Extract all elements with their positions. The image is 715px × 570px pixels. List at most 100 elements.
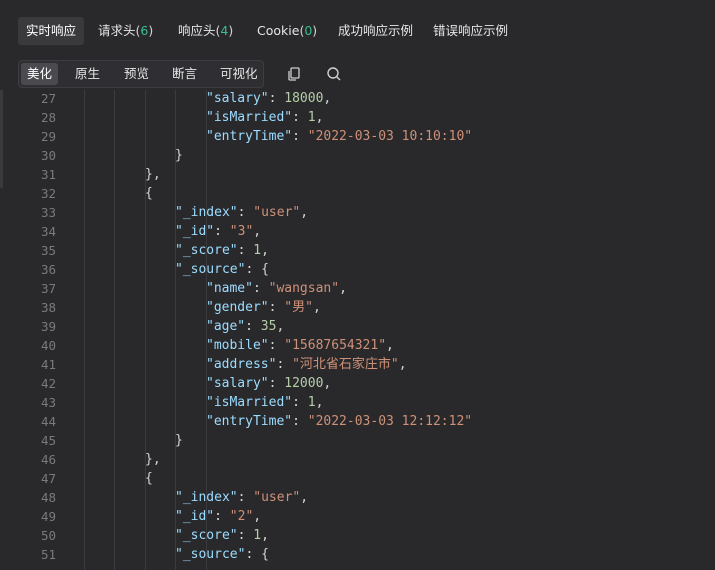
code-text: "salary": 18000, bbox=[206, 90, 331, 108]
code-line: 32 { bbox=[0, 184, 715, 203]
code-line: 43 "isMarried": 1, bbox=[0, 393, 715, 412]
line-number: 35 bbox=[40, 243, 56, 258]
code-text: } bbox=[175, 431, 183, 450]
line-number: 38 bbox=[40, 300, 56, 315]
code-token: : bbox=[237, 205, 254, 220]
view-mode-assert[interactable]: 断言 bbox=[166, 63, 203, 85]
code-token: "entryTime" bbox=[206, 414, 293, 429]
code-token: , bbox=[300, 490, 309, 505]
code-token: "user" bbox=[253, 205, 301, 220]
copy-icon[interactable] bbox=[286, 66, 302, 82]
code-token: "_source" bbox=[175, 547, 246, 562]
line-number: 39 bbox=[40, 319, 56, 334]
view-mode-raw[interactable]: 原生 bbox=[69, 63, 106, 85]
view-mode-pretty[interactable]: 美化 bbox=[21, 63, 59, 85]
code-text: "_id": "3", bbox=[175, 222, 261, 241]
tab-success-example[interactable]: 成功响应示例 bbox=[330, 17, 421, 45]
code-token: 1 bbox=[253, 528, 262, 543]
code-text: }, bbox=[145, 450, 161, 469]
code-text: "_source": { bbox=[175, 545, 269, 564]
code-token: : bbox=[237, 528, 254, 543]
tab-cookie[interactable]: Cookie(0) bbox=[249, 17, 325, 45]
view-mode-preview[interactable]: 预览 bbox=[118, 63, 155, 85]
code-token: , bbox=[323, 376, 332, 391]
code-text: "isMarried": 1, bbox=[206, 393, 323, 412]
code-text: "name": "wangsan", bbox=[206, 279, 347, 298]
tab-realtime-response[interactable]: 实时响应 bbox=[18, 17, 85, 45]
code-token: 1 bbox=[307, 395, 316, 410]
line-number: 33 bbox=[40, 205, 56, 220]
line-number: 29 bbox=[40, 129, 56, 144]
line-number: 47 bbox=[40, 471, 56, 486]
code-token: "_source" bbox=[175, 262, 246, 277]
code-token: , bbox=[323, 91, 332, 106]
code-token: } bbox=[175, 148, 183, 163]
code-text: "address": "河北省石家庄市", bbox=[206, 355, 407, 374]
code-token: , bbox=[339, 281, 347, 296]
code-token: }, bbox=[145, 452, 161, 467]
search-icon[interactable] bbox=[326, 66, 342, 82]
code-token: : bbox=[292, 414, 308, 429]
line-number: 40 bbox=[40, 338, 56, 353]
line-number: 30 bbox=[40, 148, 56, 163]
view-mode-segmented-control: 美化 原生 预览 断言 可视化 bbox=[18, 60, 264, 88]
code-token: "isMarried" bbox=[206, 110, 293, 125]
code-line: 35 "_score": 1, bbox=[0, 241, 715, 260]
code-token: } bbox=[175, 433, 183, 448]
tab-label: 实时响应 bbox=[26, 23, 77, 38]
code-token: "_index" bbox=[175, 490, 238, 505]
line-number: 31 bbox=[40, 167, 56, 182]
code-text: } bbox=[175, 146, 183, 165]
line-number: 28 bbox=[40, 110, 56, 125]
code-line: 44 "entryTime": "2022-03-03 12:12:12" bbox=[0, 412, 715, 431]
code-token: "2022-03-03 12:12:12" bbox=[307, 414, 473, 429]
code-token: "_score" bbox=[175, 528, 238, 543]
code-token: : bbox=[214, 509, 230, 524]
code-token: "gender" bbox=[206, 300, 269, 315]
tab-label: 错误响应示例 bbox=[433, 23, 509, 38]
code-text: "mobile": "15687654321", bbox=[206, 336, 394, 355]
code-token: "男" bbox=[284, 300, 313, 315]
code-text: "salary": 12000, bbox=[206, 374, 331, 393]
code-line: 29 "entryTime": "2022-03-03 10:10:10" bbox=[0, 127, 715, 146]
code-token: , bbox=[312, 300, 321, 315]
code-text: "entryTime": "2022-03-03 12:12:12" bbox=[206, 412, 472, 431]
code-line: 45} bbox=[0, 431, 715, 450]
code-token: , bbox=[315, 395, 324, 410]
code-text: "_id": "2", bbox=[175, 507, 261, 526]
line-number: 46 bbox=[40, 452, 56, 467]
code-token: "mobile" bbox=[206, 338, 269, 353]
tab-label: 响应头 bbox=[178, 23, 216, 38]
code-text: "entryTime": "2022-03-03 10:10:10" bbox=[206, 127, 472, 146]
code-token: , bbox=[386, 338, 394, 353]
code-line: 48 "_index": "user", bbox=[0, 488, 715, 507]
line-number: 44 bbox=[40, 414, 56, 429]
code-text: "_score": 1, bbox=[175, 241, 269, 260]
code-token: { bbox=[145, 186, 153, 201]
code-token: "salary" bbox=[206, 376, 269, 391]
line-number: 49 bbox=[40, 509, 56, 524]
code-token: : bbox=[214, 224, 230, 239]
line-number: 32 bbox=[40, 186, 56, 201]
code-token: 18000 bbox=[284, 91, 324, 106]
tab-error-example[interactable]: 错误响应示例 bbox=[425, 17, 516, 45]
tab-request-headers[interactable]: 请求头(6) bbox=[90, 17, 161, 45]
code-token: "_id" bbox=[175, 509, 215, 524]
line-number: 45 bbox=[40, 433, 56, 448]
code-line: 46}, bbox=[0, 450, 715, 469]
code-token: "_index" bbox=[175, 205, 238, 220]
code-token: 1 bbox=[253, 243, 262, 258]
tab-response-headers[interactable]: 响应头(4) bbox=[170, 17, 241, 45]
code-token: "3" bbox=[229, 224, 254, 239]
line-number: 27 bbox=[40, 91, 56, 106]
code-line: 37 "name": "wangsan", bbox=[0, 279, 715, 298]
code-line: 34 "_id": "3", bbox=[0, 222, 715, 241]
code-token: "user" bbox=[253, 490, 301, 505]
view-mode-visualize[interactable]: 可视化 bbox=[214, 63, 264, 85]
code-line: 50 "_score": 1, bbox=[0, 526, 715, 545]
code-text: "_index": "user", bbox=[175, 203, 308, 222]
response-body-editor[interactable]: 27 "salary": 18000, 28 "isMarried": 1, 29 "en… bbox=[0, 90, 715, 570]
code-token: : bbox=[245, 319, 261, 334]
tab-label: Cookie bbox=[257, 23, 300, 38]
code-line: 49 "_id": "2", bbox=[0, 507, 715, 526]
